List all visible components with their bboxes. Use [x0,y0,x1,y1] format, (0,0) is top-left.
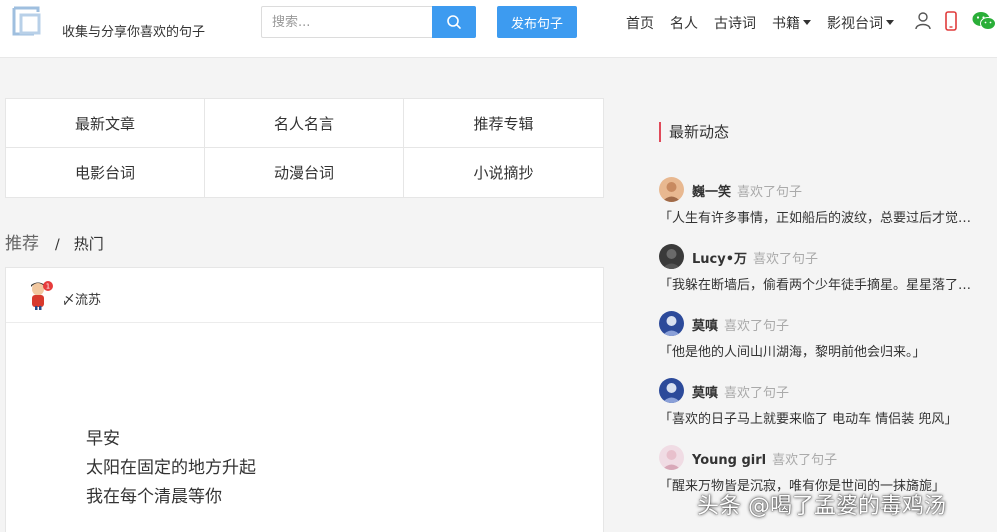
post-line: 太阳在固定的地方升起 [86,458,256,478]
category-latest-articles[interactable]: 最新文章 [6,99,205,148]
avatar[interactable] [659,378,684,403]
nav-home[interactable]: 首页 [626,13,654,33]
post-username[interactable]: 〆流苏 [62,289,101,308]
category-novel-excerpts[interactable]: 小说摘抄 [404,148,603,197]
activity-action: 喜欢了句子 [772,453,838,468]
watermark: 头条 @喝了孟婆的毒鸡汤 [697,494,946,519]
activity-item[interactable]: 莫嗔 喜欢了句子 「喜欢的日子马上就要来临了 电动车 情侣装 兜风」 [659,378,997,438]
logo-icon[interactable] [10,4,46,40]
activity-item[interactable]: 巍一笑喜欢了句子 「人生有许多事情，正如船后的波纹，总要过后才觉得美的。」 [659,177,997,237]
category-famous-quotes[interactable]: 名人名言 [205,99,404,148]
activity-user: Lucy•万 喜欢了句子 [692,248,818,267]
search-input[interactable] [262,7,432,37]
post-content: 早安 太阳在固定的地方升起 我在每个清晨等你 [86,425,256,512]
nav-celebrities[interactable]: 名人 [670,13,698,33]
feed-tabs: 推荐 / 热门 [5,229,104,254]
activity-action: 喜欢了句子 [724,319,790,334]
search-box [261,6,476,38]
post-card: 1 〆流苏 早安 太阳在固定的地方升起 我在每个清晨等你 [5,267,604,532]
wechat-icon[interactable] [972,11,996,31]
activity-action: 喜欢了句子 [753,252,819,267]
activity-item[interactable]: Lucy•万喜欢了句子 「我躲在断墙后，偷看两个少年徒手摘星。星星落了他们满身。… [659,244,997,304]
post-line: 我在每个清晨等你 [86,487,222,507]
nav-poetry[interactable]: 古诗词 [714,13,756,33]
tab-hot[interactable]: 热门 [74,233,104,254]
publish-button[interactable]: 发布句子 [497,6,577,38]
activity-quote[interactable]: 「喜欢的日子马上就要来临了 电动车 情侣装 兜风」 [659,408,977,427]
activity-user: 莫嗔 喜欢了句子 [692,382,789,401]
chevron-down-icon [803,19,811,25]
nav-film-label: 影视台词 [827,16,883,32]
tab-recommend[interactable]: 推荐 [5,229,39,254]
activity-user: 莫嗔 喜欢了句子 [692,315,789,334]
nav-books-label: 书籍 [772,16,800,32]
activity-quote[interactable]: 「他是他的人间山川湖海，黎明前他会归来。」 [659,341,977,360]
avatar[interactable] [659,311,684,336]
avatar[interactable]: 1 [26,280,54,310]
activity-quote[interactable]: 「人生有许多事情，正如船后的波纹，总要过后才觉得美的。」 [659,207,977,226]
activity-item[interactable]: 莫嗔 喜欢了句子 「他是他的人间山川湖海，黎明前他会归来。」 [659,311,997,371]
chevron-down-icon [886,19,894,25]
activity-username[interactable]: Lucy•万 [692,252,747,267]
activity-username[interactable]: 巍一笑 [692,185,731,200]
avatar[interactable] [659,445,684,470]
search-button[interactable] [432,6,476,38]
activity-username[interactable]: 莫嗔 [692,319,718,334]
category-anime-lines[interactable]: 动漫台词 [205,148,404,197]
site-tagline: 收集与分享你喜欢的句子 [62,25,206,40]
site-header: 收集与分享你喜欢的句子 发布句子 首页 名人 古诗词 书籍 影视台词 [0,0,997,58]
notification-badge: 1 [46,283,50,291]
nav-books-menu[interactable]: 书籍 [772,13,811,33]
activity-action: 喜欢了句子 [737,185,803,200]
activity-username[interactable]: 莫嗔 [692,386,718,401]
activity-username[interactable]: Young girl [692,453,766,468]
activity-quote[interactable]: 「我躲在断墙后，偷看两个少年徒手摘星。星星落了他们满身。」 [659,274,977,293]
mobile-icon[interactable] [945,11,957,31]
category-grid: 最新文章 名人名言 推荐专辑 电影台词 动漫台词 小说摘抄 [5,98,604,198]
main-nav: 首页 名人 古诗词 书籍 影视台词 [626,13,910,33]
avatar[interactable] [659,244,684,269]
activity-action: 喜欢了句子 [724,386,790,401]
activity-user: Young girl 喜欢了句子 [692,449,837,468]
category-movie-lines[interactable]: 电影台词 [6,148,205,197]
tab-separator: / [55,237,60,253]
sidebar-title: 最新动态 [659,122,729,142]
user-icon[interactable] [915,12,931,30]
post-header: 1 〆流苏 [6,268,603,323]
search-icon [447,15,461,29]
category-recommended-albums[interactable]: 推荐专辑 [404,99,603,148]
activity-user: 巍一笑 喜欢了句子 [692,181,802,200]
post-line: 早安 [86,429,120,449]
nav-film-menu[interactable]: 影视台词 [827,13,894,33]
avatar[interactable] [659,177,684,202]
